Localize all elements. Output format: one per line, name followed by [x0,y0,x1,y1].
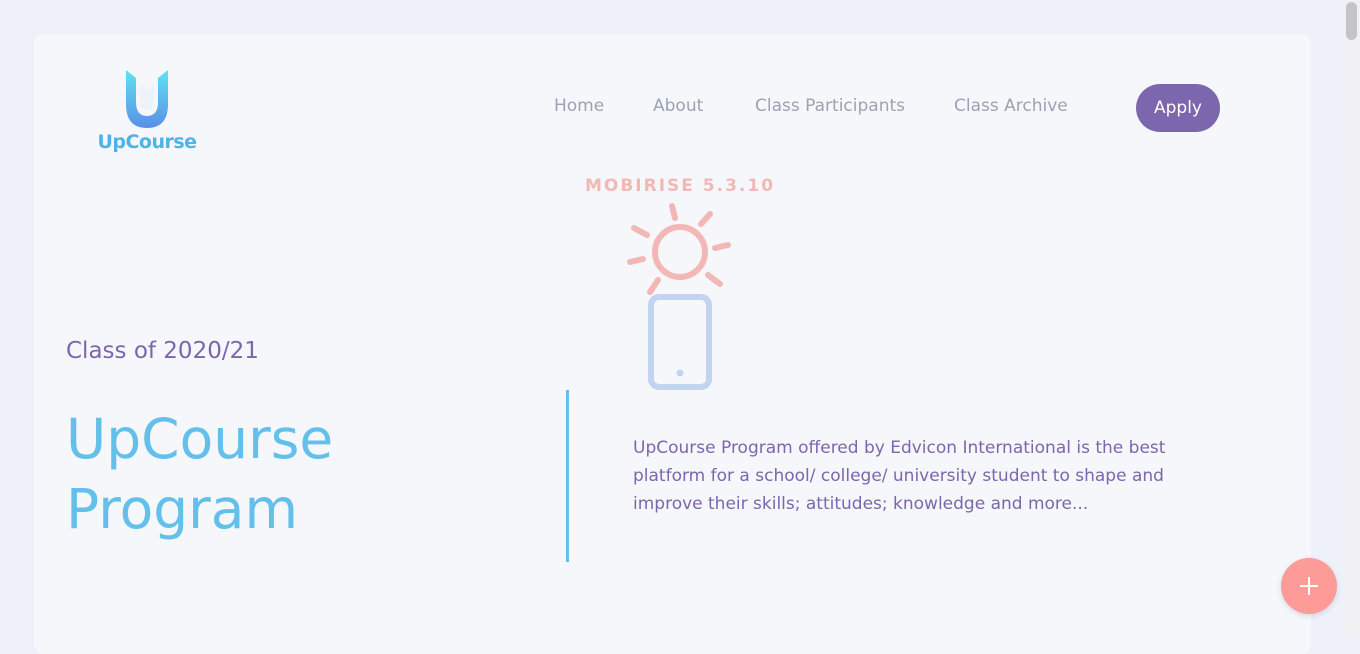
mobile-phone-icon [648,294,712,390]
upcourse-logo-icon [126,70,168,128]
apply-button[interactable]: Apply [1136,84,1220,132]
hero-description: UpCourse Program offered by Edvicon Inte… [633,438,1166,514]
hero-title: UpCourse Program [66,407,334,541]
mobirise-watermark: MOBIRISE 5.3.10 [584,176,776,196]
add-floating-button[interactable] [1281,558,1337,614]
plus-icon [1300,577,1318,595]
nav-about[interactable]: About [653,96,703,116]
nav-class-participants[interactable]: Class Participants [755,96,905,116]
vertical-scrollbar[interactable] [1343,0,1360,637]
scrollbar-thumb[interactable] [1346,2,1357,40]
brand-name: UpCourse [97,131,197,153]
vertical-divider [566,390,569,562]
nav-home[interactable]: Home [554,96,604,116]
nav-class-archive[interactable]: Class Archive [954,96,1068,116]
class-year-subtitle: Class of 2020/21 [66,338,259,364]
brand-logo[interactable]: UpCourse [96,68,198,158]
sun-icon [627,203,731,295]
